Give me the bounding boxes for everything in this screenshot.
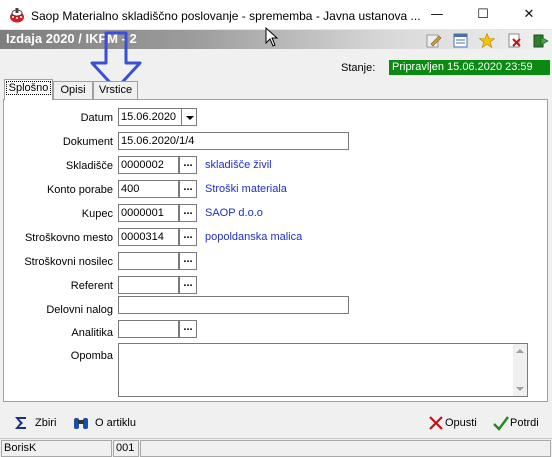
konto-porabe-label: Konto porabe — [46, 184, 113, 196]
referent-field[interactable] — [118, 276, 179, 294]
edit-icon[interactable] — [426, 33, 442, 48]
opusti-label: Opusti — [445, 417, 477, 429]
statusbar-message — [140, 440, 551, 457]
tab-label: Vrstice — [98, 84, 133, 96]
kupec-description: SAOP d.o.o — [205, 207, 263, 219]
analitika-browse-button[interactable]: ... — [179, 320, 197, 338]
maximize-button[interactable]: ☐ — [460, 0, 506, 30]
close-button[interactable]: ✕ — [506, 0, 552, 30]
statusbar-code: 001 — [113, 440, 139, 457]
tab-splosno[interactable]: Splošno — [4, 79, 53, 100]
status-label: Stanje: — [341, 62, 376, 74]
document-list-icon[interactable] — [453, 33, 469, 48]
tab-opisi[interactable]: Opisi — [53, 81, 93, 99]
kupec-browse-button[interactable]: ... — [179, 204, 197, 222]
o-artiklu-label: O artiklu — [95, 417, 136, 429]
dokument-label: Dokument — [62, 136, 113, 148]
skladisce-browse-button[interactable]: ... — [179, 156, 197, 174]
referent-browse-button[interactable]: ... — [179, 276, 197, 294]
stroskovni-nosilec-field[interactable] — [118, 252, 179, 270]
delete-icon[interactable] — [507, 33, 523, 48]
stroskovno-mesto-label: Stroškovno mesto — [24, 232, 113, 244]
tab-label: Splošno — [5, 81, 52, 95]
konto-porabe-field[interactable]: 400 — [118, 180, 179, 198]
statusbar-user: BorisK — [1, 440, 112, 457]
konto-porabe-description: Stroški materiala — [205, 183, 287, 195]
opomba-label: Opomba — [70, 350, 113, 362]
stroskovni-nosilec-label: Stroškovni nosilec — [24, 256, 113, 268]
stroskovno-mesto-description: popoldanska malica — [205, 231, 303, 243]
skladisce-label: Skladišče — [65, 160, 113, 172]
opomba-textarea[interactable] — [118, 343, 528, 397]
delovni-nalog-field[interactable] — [118, 296, 349, 314]
tab-vrstice[interactable]: Vrstice — [93, 81, 138, 99]
tab-label: Opisi — [60, 84, 86, 96]
konto-porabe-browse-button[interactable]: ... — [179, 180, 197, 198]
stroskovno-mesto-browse-button[interactable]: ... — [179, 228, 197, 246]
referent-label: Referent — [70, 280, 113, 292]
delovni-nalog-label: Delovni nalog — [46, 304, 113, 316]
potrdi-label: Potrdi — [510, 417, 539, 429]
scroll-up-icon[interactable] — [516, 349, 524, 353]
zbiri-button[interactable]: Zbiri — [13, 414, 63, 432]
datum-dropdown-button[interactable] — [181, 108, 197, 126]
window-title: Saop Materialno skladiščno poslovanje - … — [31, 9, 421, 23]
exit-icon[interactable] — [533, 33, 549, 48]
status-badge: Pripravljen 15.06.2020 23:59 — [389, 60, 550, 75]
analitika-field[interactable] — [118, 320, 179, 338]
checkmark-icon — [493, 416, 509, 431]
opomba-scrollbar[interactable] — [513, 344, 527, 396]
mouse-cursor-icon — [265, 27, 279, 47]
title-bar[interactable]: Saop Materialno skladiščno poslovanje - … — [0, 0, 552, 30]
sigma-icon — [15, 417, 26, 429]
analitika-label: Analitika — [71, 327, 113, 339]
minimize-button[interactable]: — — [414, 0, 460, 30]
o-artiklu-button[interactable]: O artiklu — [73, 414, 143, 432]
stroskovno-mesto-field[interactable]: 0000314 — [118, 228, 179, 246]
potrdi-button[interactable]: Potrdi — [493, 414, 548, 432]
skladisce-field[interactable]: 0000002 — [118, 156, 179, 174]
kupec-label: Kupec — [81, 208, 113, 220]
binoculars-icon — [74, 418, 88, 429]
opusti-button[interactable]: Opusti — [428, 414, 483, 432]
datum-field[interactable]: 15.06.2020 — [118, 108, 182, 126]
stroskovni-nosilec-browse-button[interactable]: ... — [179, 252, 197, 270]
status-bar: BorisK 001 — [0, 438, 552, 457]
scroll-down-icon[interactable] — [516, 387, 524, 391]
kupec-field[interactable]: 0000001 — [118, 204, 179, 222]
star-icon[interactable] — [479, 33, 495, 48]
datum-label: Datum — [80, 112, 113, 124]
zbiri-label: Zbiri — [35, 417, 57, 429]
dokument-field[interactable]: 15.06.2020/1/4 — [118, 132, 349, 150]
app-logo-icon — [10, 8, 24, 23]
skladisce-description: skladišče živil — [205, 159, 272, 171]
cancel-x-icon — [429, 416, 443, 430]
